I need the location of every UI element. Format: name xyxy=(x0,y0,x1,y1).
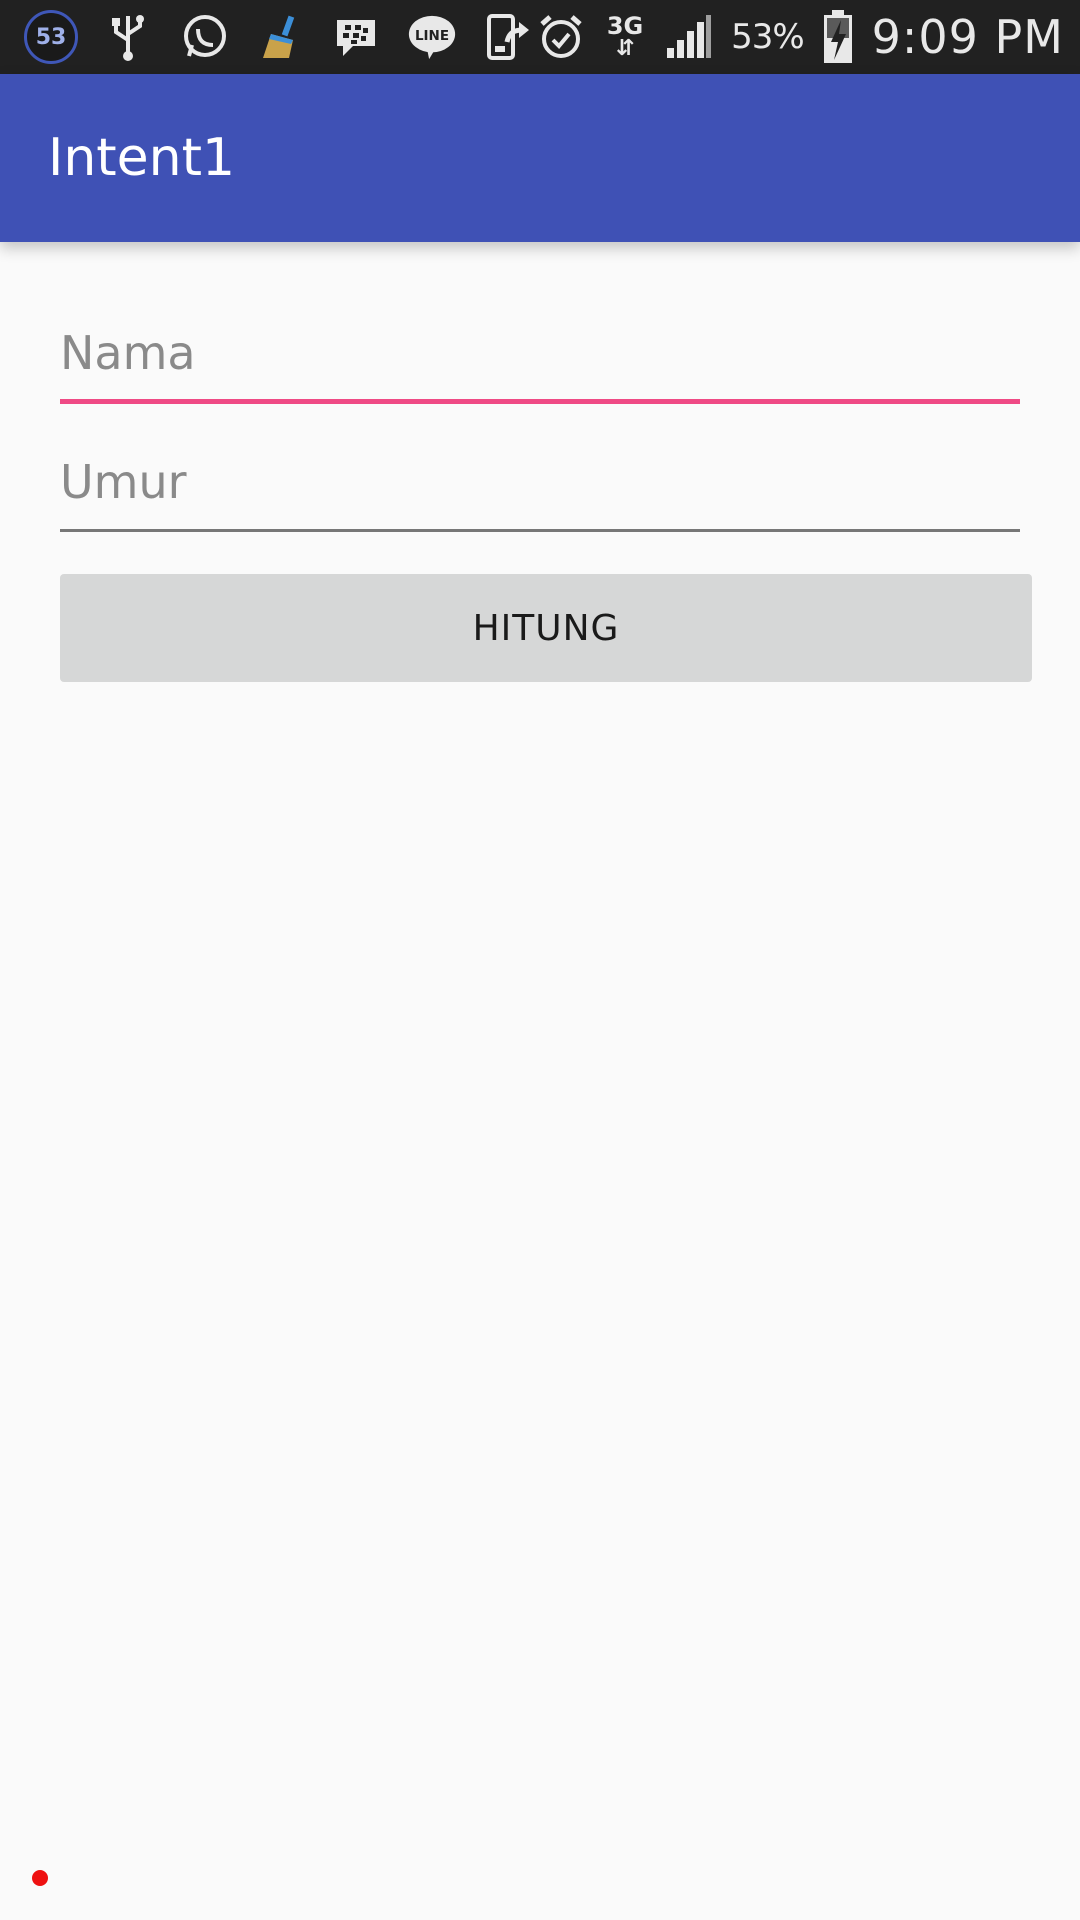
hitung-button[interactable]: HITUNG xyxy=(60,574,1032,682)
touch-indicator-dot xyxy=(32,1870,48,1886)
status-bar: 53 LINE 3G ⇵ 53% 9:09 PM xyxy=(0,0,1080,74)
bbm-icon xyxy=(330,11,382,63)
status-bar-left: 53 LINE xyxy=(0,0,534,74)
network-type-indicator: 3G ⇵ xyxy=(603,14,647,60)
signal-icon xyxy=(663,11,715,63)
line-icon: LINE xyxy=(406,11,458,63)
alarm-icon xyxy=(535,11,587,63)
clean-master-icon xyxy=(254,11,306,63)
umur-input[interactable] xyxy=(60,448,1020,529)
status-bar-right: 3G ⇵ 53% 9:09 PM xyxy=(535,0,1064,74)
input-form: HITUNG xyxy=(60,320,1032,682)
whatsapp-icon xyxy=(178,11,230,63)
app-title: Intent1 xyxy=(48,128,236,188)
umur-field xyxy=(60,448,1020,532)
clock: 9:09 PM xyxy=(871,10,1064,64)
usb-icon xyxy=(102,11,154,63)
battery-percent: 53% xyxy=(731,17,805,57)
nama-input[interactable] xyxy=(60,320,1020,399)
phone-transfer-icon xyxy=(482,11,534,63)
svg-text:LINE: LINE xyxy=(415,28,449,44)
battery-charging-icon xyxy=(820,10,856,63)
data-arrows-icon: ⇵ xyxy=(615,36,635,61)
app-bar: Intent1 xyxy=(0,74,1080,242)
network-type-label: 3G xyxy=(606,12,644,40)
nama-field xyxy=(60,320,1020,404)
notification-count-icon: 53 xyxy=(24,10,78,64)
